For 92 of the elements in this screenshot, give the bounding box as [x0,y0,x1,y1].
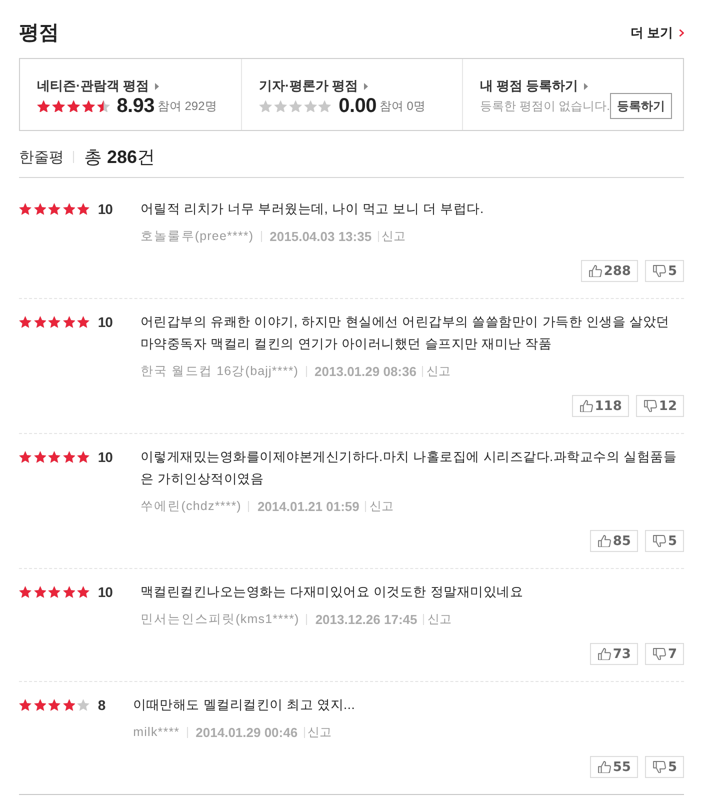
star-icon [19,451,32,463]
rating-score: 0.00 [338,94,376,118]
like-button[interactable]: 85 [590,530,638,552]
dislike-button[interactable]: 5 [644,530,684,552]
star-icon [274,100,288,112]
review-total: 총 286건 [84,146,156,169]
review-score: 10 [98,201,112,217]
star-icon [318,100,332,112]
review-score: 10 [98,449,112,465]
register-button[interactable]: 등록하기 [610,93,672,119]
register-rating-link[interactable]: 내 평점 등록하기 [480,77,672,95]
star-icon [37,100,50,112]
review-author: milk**** [133,725,180,739]
like-button[interactable]: 288 [580,260,638,282]
star-icon [34,316,46,328]
star-icon [48,316,61,328]
caret-right-icon [364,82,368,90]
star-icon [82,100,95,112]
star-icon [34,699,46,711]
star-icon [52,100,66,112]
thumbs-down-icon [644,400,657,412]
star-icon [62,451,76,463]
star-icon [19,699,32,711]
review-text: 이때만해도 멜컬리컬킨이 최고 였지... [133,696,356,714]
like-button[interactable]: 55 [590,756,638,778]
review-score: 10 [98,314,112,330]
section-title: 평점 [19,21,59,46]
star-icon [66,100,80,112]
star-icon [48,586,61,598]
thumbs-down-icon [652,534,666,548]
rating-score: 8.93 [116,94,154,118]
thumbs-up-icon [598,534,611,548]
review-author: 한국 월드컵 16강(bajj****) [140,362,299,380]
no-rating-message: 등록한 평점이 없습니다. [480,98,610,114]
thumbs-up-icon [588,264,602,278]
review-text: 이렇게재밌는영화를이제야본게신기하다.마치 나홀로집에 시리즈같다.과학교수의 실험품들은 가히인상적이였음 [140,448,678,488]
star-icon [77,586,90,598]
thumbs-down-icon [652,648,666,660]
star-icon [19,316,32,328]
review-date: 2015.04.03 13:35 [270,228,372,244]
star-icon [62,699,76,711]
caret-right-icon [154,82,159,90]
dislike-button[interactable]: 5 [644,260,684,282]
star-icon [48,203,61,215]
star-icon [62,586,76,598]
participant-count: 참여 292명 [157,98,217,114]
thumbs-up-icon [598,760,611,774]
star-icon [77,699,90,711]
review-score: 8 [98,697,106,713]
star-icon [77,316,90,328]
dislike-button[interactable]: 7 [644,643,684,665]
participant-count: 참여 0명 [379,98,426,114]
review-author: 민서는인스피릿(kms1****) [140,610,300,628]
star-icon [258,100,272,112]
star-icon [48,699,61,711]
rating-category-link[interactable]: 네티즌·관람객 평점 [37,77,230,95]
thumbs-up-icon [580,400,593,412]
review-text: 어릴적 리치가 너무 부러웠는데, 나이 먹고 보니 더 부럽다. [140,200,485,218]
review-text: 맥컬린컬킨나오는영화는 다재미있어요 이것도한 정말재미있네요 [140,583,524,601]
star-icon [96,100,110,112]
like-button[interactable]: 118 [572,395,629,417]
review-date: 2014.01.21 01:59 [257,498,360,514]
star-icon [288,100,302,112]
thumbs-up-icon [598,648,611,660]
star-icon [19,586,32,598]
caret-right-icon [584,82,588,90]
chevron-right-icon [679,29,684,37]
review-date: 2014.01.29 00:46 [196,724,298,740]
star-icon [77,451,90,463]
review-date: 2013.12.26 17:45 [315,612,418,626]
more-link[interactable]: 더 보기 [630,24,684,42]
thumbs-down-icon [652,760,666,774]
section-subtitle: 한줄평 [19,148,64,166]
review-author: 쑤에린(chdz****) [140,498,242,514]
review-text: 어린갑부의 유쾌한 이야기, 하지만 현실에선 어린갑부의 쓸쓸함만이 가득한 인생을 살았던 마약중독자 맥컬리 컬킨의 연기가 아이러니했던 슬프지만 재미난 작품 [140,313,670,353]
review-score: 10 [98,584,112,600]
dislike-button[interactable]: 12 [636,395,684,417]
review-date: 2013.01.29 08:36 [314,364,416,378]
star-icon [19,203,32,215]
like-button[interactable]: 73 [590,643,638,665]
star-icon [62,316,76,328]
star-icon [77,203,90,215]
rating-category-link[interactable]: 기자·평론가 평점 [258,77,451,95]
star-icon [34,451,46,463]
thumbs-down-icon [652,264,666,278]
star-icon [304,100,317,112]
star-icon [34,586,46,598]
star-icon [62,203,76,215]
star-icon [34,203,46,215]
star-icon [48,451,61,463]
dislike-button[interactable]: 5 [644,756,684,778]
review-author: 호놀룰루(pree****) [140,228,254,244]
